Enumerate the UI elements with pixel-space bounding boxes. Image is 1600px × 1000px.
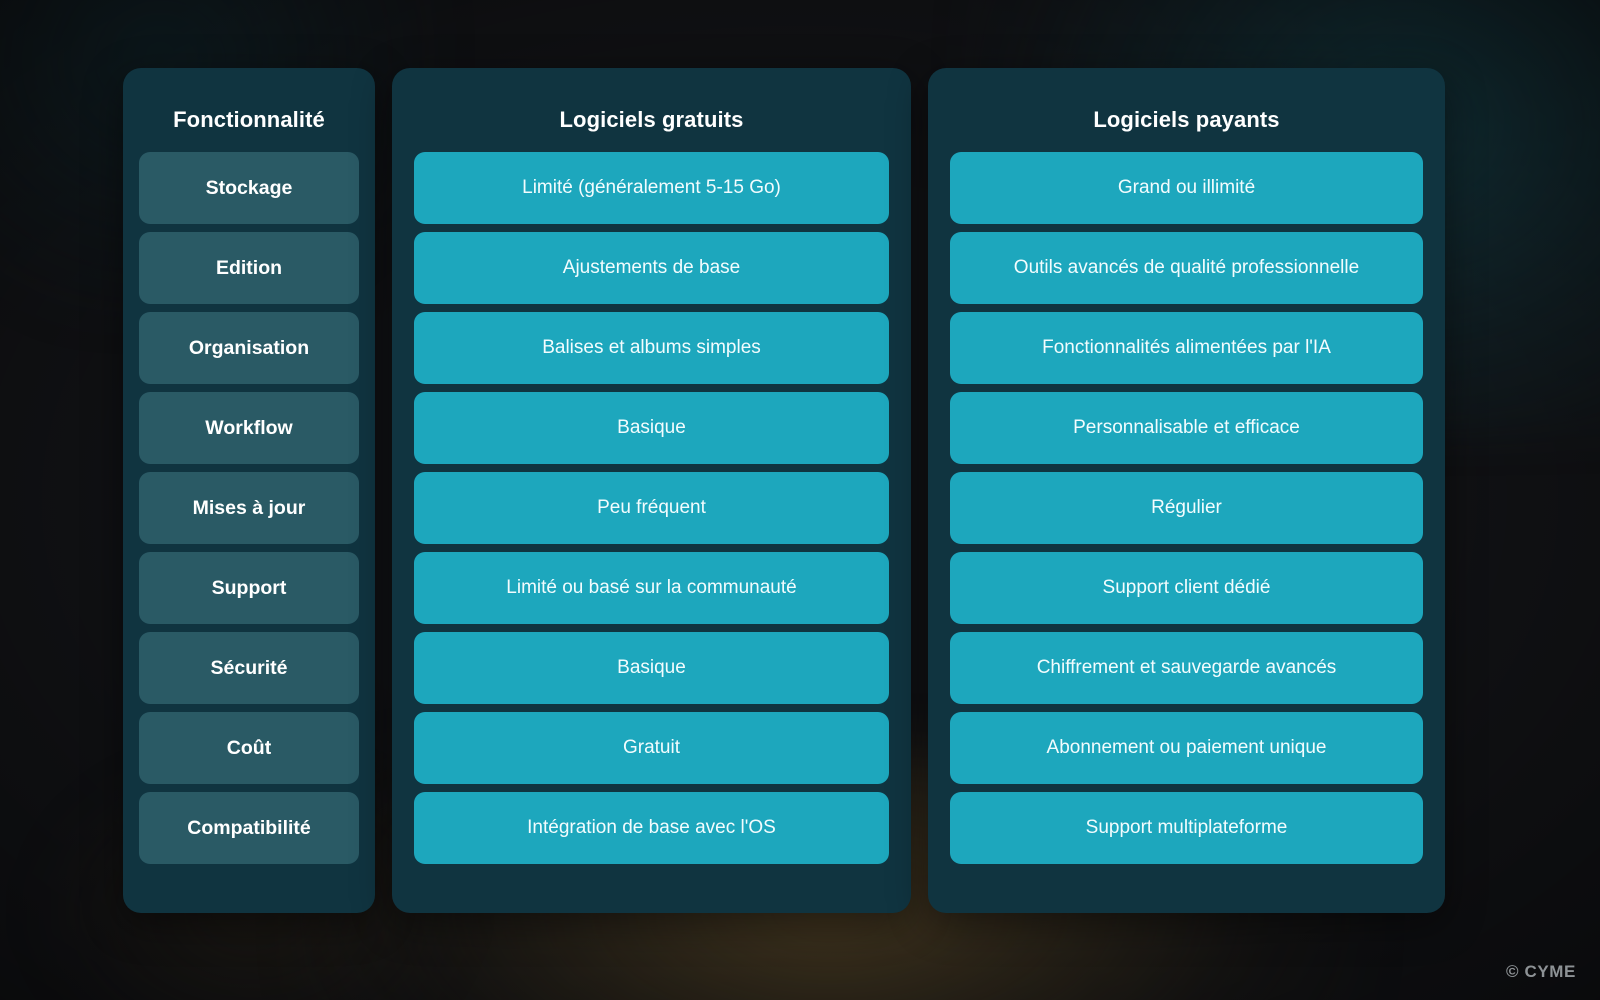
table-row: Balises et albums simples xyxy=(414,312,889,384)
free-value: Limité ou basé sur la communauté xyxy=(506,577,797,598)
feature-label: Compatibilité xyxy=(187,817,311,839)
free-value: Basique xyxy=(617,417,686,438)
free-value: Limité (généralement 5-15 Go) xyxy=(522,177,781,198)
feature-label: Mises à jour xyxy=(192,497,306,519)
free-value: Balises et albums simples xyxy=(542,337,761,358)
table-row: Peu fréquent xyxy=(414,472,889,544)
table-row: Support multiplateforme xyxy=(950,792,1423,864)
table-row: Basique xyxy=(414,392,889,464)
table-row: Support xyxy=(139,552,359,624)
paid-value: Fonctionnalités alimentées par l'IA xyxy=(1042,337,1331,358)
feature-cell-list: Stockage Edition Organisation Workflow M… xyxy=(139,152,359,885)
column-header-feature: Fonctionnalité xyxy=(173,107,325,132)
paid-cell-list: Grand ou illimité Outils avancés de qual… xyxy=(950,152,1423,885)
table-row: Workflow xyxy=(139,392,359,464)
paid-value: Abonnement ou paiement unique xyxy=(1046,737,1327,758)
paid-value: Outils avancés de qualité professionnell… xyxy=(1013,257,1360,278)
free-value: Ajustements de base xyxy=(562,257,741,278)
column-paid-software: Logiciels payants Grand ou illimité Outi… xyxy=(928,68,1445,913)
free-value: Intégration de base avec l'OS xyxy=(527,817,776,838)
comparison-table: Fonctionnalité Stockage Edition Organisa… xyxy=(123,68,1445,913)
paid-value: Support multiplateforme xyxy=(1085,817,1288,838)
table-row: Support client dédié xyxy=(950,552,1423,624)
column-feature: Fonctionnalité Stockage Edition Organisa… xyxy=(123,68,375,913)
table-row: Personnalisable et efficace xyxy=(950,392,1423,464)
table-row: Edition xyxy=(139,232,359,304)
table-row: Grand ou illimité xyxy=(950,152,1423,224)
paid-value: Régulier xyxy=(1151,497,1222,518)
free-value: Gratuit xyxy=(622,737,681,758)
table-row: Limité (généralement 5-15 Go) xyxy=(414,152,889,224)
column-free-software: Logiciels gratuits Limité (généralement … xyxy=(392,68,911,913)
table-row: Basique xyxy=(414,632,889,704)
table-row: Fonctionnalités alimentées par l'IA xyxy=(950,312,1423,384)
feature-label: Organisation xyxy=(188,337,310,359)
table-row: Chiffrement et sauvegarde avancés xyxy=(950,632,1423,704)
table-row: Stockage xyxy=(139,152,359,224)
feature-label: Support xyxy=(211,577,287,599)
paid-value: Support client dédié xyxy=(1102,577,1271,598)
table-row: Compatibilité xyxy=(139,792,359,864)
feature-label: Stockage xyxy=(205,177,293,199)
feature-label: Coût xyxy=(226,737,272,759)
table-row: Limité ou basé sur la communauté xyxy=(414,552,889,624)
table-row: Intégration de base avec l'OS xyxy=(414,792,889,864)
paid-value: Chiffrement et sauvegarde avancés xyxy=(1036,657,1337,678)
table-row: Organisation xyxy=(139,312,359,384)
table-row: Ajustements de base xyxy=(414,232,889,304)
paid-value: Grand ou illimité xyxy=(1117,177,1256,198)
table-row: Abonnement ou paiement unique xyxy=(950,712,1423,784)
table-row: Coût xyxy=(139,712,359,784)
table-row: Régulier xyxy=(950,472,1423,544)
column-header-paid-software: Logiciels payants xyxy=(1093,107,1280,132)
feature-label: Sécurité xyxy=(210,657,288,679)
table-row: Mises à jour xyxy=(139,472,359,544)
column-header-free-software: Logiciels gratuits xyxy=(559,107,744,132)
table-row: Sécurité xyxy=(139,632,359,704)
paid-value: Personnalisable et efficace xyxy=(1073,417,1300,438)
free-cell-list: Limité (généralement 5-15 Go) Ajustement… xyxy=(414,152,889,885)
copyright-notice: © CYME xyxy=(1506,962,1576,981)
free-value: Basique xyxy=(617,657,686,678)
free-value: Peu fréquent xyxy=(597,497,706,518)
feature-label: Edition xyxy=(215,257,283,279)
table-row: Outils avancés de qualité professionnell… xyxy=(950,232,1423,304)
feature-label: Workflow xyxy=(205,417,293,439)
table-row: Gratuit xyxy=(414,712,889,784)
